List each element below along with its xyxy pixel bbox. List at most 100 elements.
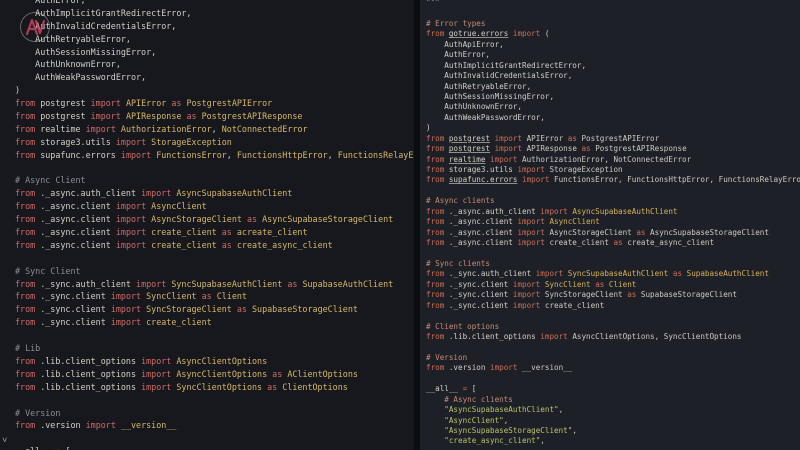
- code-line[interactable]: # Lib: [15, 342, 414, 355]
- code-line[interactable]: AuthError,: [15, 0, 414, 7]
- code-token: import: [512, 290, 545, 300]
- code-line[interactable]: from gotrue.errors import (: [426, 29, 800, 39]
- code-line[interactable]: AuthWeakPasswordError,: [426, 113, 800, 123]
- code-token: .lib.client_options: [40, 368, 142, 379]
- code-line[interactable]: from storage3.utils import StorageExcept…: [15, 136, 414, 149]
- code-line[interactable]: [15, 329, 414, 342]
- code-line[interactable]: [426, 374, 800, 384]
- code-line[interactable]: from postgrest import APIError as Postgr…: [15, 97, 414, 110]
- code-line[interactable]: from ._async.client import AsyncClient: [15, 200, 414, 213]
- code-line[interactable]: from supafunc.errors import FunctionsErr…: [426, 175, 800, 185]
- code-line[interactable]: from ._async.client import create_client…: [15, 239, 414, 252]
- code-line[interactable]: "AsyncClient",: [426, 416, 800, 426]
- code-line[interactable]: # Sync clients: [426, 259, 800, 269]
- code-line[interactable]: # Version: [426, 353, 800, 363]
- code-token: import: [517, 165, 550, 174]
- code-line[interactable]: from ._async.client import AsyncStorageC…: [426, 228, 800, 238]
- code-line[interactable]: AuthUnknownError,: [15, 58, 414, 71]
- code-line[interactable]: from realtime import AuthorizationError,…: [15, 123, 414, 136]
- code-line[interactable]: ): [426, 123, 800, 133]
- code-line[interactable]: AuthWeakPasswordError,: [15, 71, 414, 84]
- code-line[interactable]: AuthSessionMissingError,: [426, 92, 800, 102]
- right-code-block[interactable]: """ # Error types from gotrue.errors impo…: [426, 0, 800, 447]
- code-line[interactable]: # Version: [15, 407, 414, 420]
- code-line[interactable]: from .version import __version__: [426, 363, 800, 373]
- code-line[interactable]: [15, 432, 414, 445]
- code-line[interactable]: ): [15, 84, 414, 97]
- code-line[interactable]: [426, 342, 800, 352]
- code-line[interactable]: """: [426, 0, 800, 8]
- code-line[interactable]: __all__ = [: [426, 384, 800, 394]
- left-code-block[interactable]: AuthError, AuthImplicitGrantRedirectErro…: [15, 0, 414, 450]
- code-line[interactable]: AuthUnknownError,: [426, 102, 800, 112]
- code-line[interactable]: from ._async.client import AsyncStorageC…: [15, 213, 414, 226]
- code-token: FunctionsRelayError: [337, 149, 414, 160]
- code-line[interactable]: from postgrest import APIResponse as Pos…: [15, 110, 414, 123]
- code-token: import: [517, 238, 550, 248]
- code-token: =: [462, 384, 472, 394]
- code-token: supafunc.errors: [40, 149, 121, 160]
- code-line[interactable]: [15, 162, 414, 175]
- code-line[interactable]: [426, 8, 800, 18]
- left-editor-pane[interactable]: AuthError, AuthImplicitGrantRedirectErro…: [0, 0, 414, 450]
- code-line[interactable]: # Async clients: [426, 196, 800, 206]
- code-token: ): [15, 85, 21, 96]
- code-line[interactable]: AuthApiError,: [426, 40, 800, 50]
- fold-chevron-icon[interactable]: ˅: [2, 436, 7, 446]
- code-line[interactable]: # Client options: [426, 322, 800, 332]
- code-line[interactable]: from ._async.client import AsyncClient: [426, 217, 800, 227]
- code-line[interactable]: "create_async_client",: [426, 436, 800, 446]
- code-line[interactable]: from storage3.utils import StorageExcept…: [426, 165, 800, 175]
- code-token: import: [115, 239, 152, 250]
- right-editor-pane[interactable]: """ # Error types from gotrue.errors impo…: [420, 0, 800, 450]
- code-line[interactable]: AuthSessionMissingError,: [15, 46, 414, 59]
- code-line[interactable]: AuthRetryableError,: [15, 33, 414, 46]
- code-line[interactable]: [426, 249, 800, 259]
- code-line[interactable]: [426, 186, 800, 196]
- code-line[interactable]: from ._sync.client import SyncStorageCli…: [426, 290, 800, 300]
- code-line[interactable]: from postgrest import APIResponse as Pos…: [426, 144, 800, 154]
- code-line[interactable]: # Error types: [426, 19, 800, 29]
- code-line[interactable]: [15, 394, 414, 407]
- code-token: ,: [503, 415, 509, 425]
- code-line[interactable]: # Async clients: [426, 395, 800, 405]
- code-line[interactable]: from ._sync.client import SyncStorageCli…: [15, 303, 414, 316]
- code-line[interactable]: from ._async.auth_client import AsyncSup…: [15, 187, 414, 200]
- code-line[interactable]: from .lib.client_options import AsyncCli…: [426, 332, 800, 342]
- code-line[interactable]: from postgrest import APIError as Postgr…: [426, 134, 800, 144]
- code-line[interactable]: from ._sync.auth_client import SyncSupab…: [15, 278, 414, 291]
- code-line[interactable]: "AsyncSupabaseStorageClient",: [426, 426, 800, 436]
- code-line[interactable]: [426, 311, 800, 321]
- code-line[interactable]: from ._async.client import create_client…: [426, 238, 800, 248]
- code-token: as: [672, 269, 687, 279]
- code-token: import: [512, 29, 545, 39]
- code-line[interactable]: # Async Client: [15, 174, 414, 187]
- code-line[interactable]: AuthRetryableError,: [426, 82, 800, 92]
- code-token: .lib.client_options: [448, 332, 541, 341]
- code-line[interactable]: # Sync Client: [15, 265, 414, 278]
- code-line[interactable]: AuthImplicitGrantRedirectError,: [426, 61, 800, 71]
- code-line[interactable]: __all__ = [: [15, 445, 414, 450]
- code-line[interactable]: from ._sync.client import SyncClient as …: [426, 280, 800, 290]
- code-line[interactable]: "AsyncSupabaseAuthClient",: [426, 405, 800, 415]
- code-token: AuthUnknownError,: [15, 59, 121, 70]
- code-line[interactable]: from ._sync.auth_client import SyncSupab…: [426, 269, 800, 279]
- code-line[interactable]: from realtime import AuthorizationError,…: [426, 155, 800, 165]
- code-line[interactable]: from ._sync.client import create_client: [426, 301, 800, 311]
- code-line[interactable]: AuthImplicitGrantRedirectError,: [15, 7, 414, 20]
- code-line[interactable]: from .version import __version__: [15, 419, 414, 432]
- code-line[interactable]: AuthError,: [426, 50, 800, 60]
- code-line[interactable]: from ._async.auth_client import AsyncSup…: [426, 207, 800, 217]
- code-token: SyncClient: [146, 291, 202, 302]
- code-line[interactable]: from ._sync.client import create_client: [15, 316, 414, 329]
- code-line[interactable]: AuthInvalidCredentialsError,: [15, 20, 414, 33]
- code-line[interactable]: from .lib.client_options import AsyncCli…: [15, 368, 414, 381]
- code-line[interactable]: from ._sync.client import SyncClient as …: [15, 290, 414, 303]
- code-token: APIResponse: [526, 144, 582, 154]
- code-line[interactable]: from .lib.client_options import SyncClie…: [15, 381, 414, 394]
- code-line[interactable]: AuthInvalidCredentialsError,: [426, 71, 800, 81]
- code-line[interactable]: from supafunc.errors import FunctionsErr…: [15, 149, 414, 162]
- code-line[interactable]: from .lib.client_options import AsyncCli…: [15, 355, 414, 368]
- code-line[interactable]: [15, 252, 414, 265]
- code-line[interactable]: from ._async.client import create_client…: [15, 226, 414, 239]
